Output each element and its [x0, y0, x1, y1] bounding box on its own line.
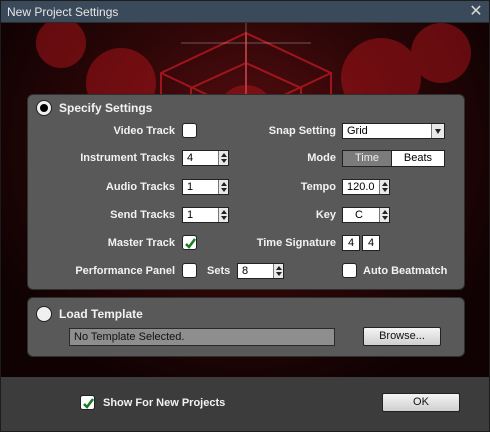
- show-for-new-projects-checkbox[interactable]: [80, 395, 95, 410]
- chevron-down-icon[interactable]: [431, 124, 444, 138]
- key-label: Key: [315, 209, 336, 221]
- title-bar: New Project Settings ✕: [1, 1, 489, 23]
- stepper-arrows-icon[interactable]: [273, 264, 283, 278]
- template-path-field: No Template Selected.: [69, 328, 335, 346]
- audio-tracks-value: 1: [187, 181, 194, 193]
- key-stepper[interactable]: C: [342, 207, 390, 223]
- checkmark-icon: [185, 238, 196, 249]
- audio-tracks-stepper[interactable]: 1: [182, 179, 229, 195]
- stepper-arrows-icon[interactable]: [379, 208, 389, 222]
- close-button[interactable]: ✕: [467, 3, 485, 21]
- instrument-tracks-value: 4: [187, 152, 194, 164]
- specify-settings-radio[interactable]: [36, 100, 52, 116]
- mode-label: Mode: [307, 152, 336, 164]
- audio-tracks-label: Audio Tracks: [105, 181, 175, 193]
- show-for-new-projects-label: Show For New Projects: [103, 397, 226, 409]
- performance-panel-checkbox[interactable]: [182, 263, 197, 278]
- specify-settings-label: Specify Settings: [59, 101, 153, 115]
- sets-stepper[interactable]: 8: [237, 263, 284, 279]
- stepper-arrows-icon[interactable]: [218, 208, 228, 222]
- stepper-arrows-icon[interactable]: [218, 151, 228, 165]
- auto-beatmatch-checkbox[interactable]: [342, 263, 357, 278]
- ok-button[interactable]: OK: [382, 393, 460, 412]
- sets-value: 8: [242, 265, 249, 277]
- snap-setting-value: Grid: [347, 125, 368, 137]
- window-title: New Project Settings: [7, 5, 119, 19]
- tempo-label: Tempo: [300, 181, 336, 193]
- auto-beatmatch-label: Auto Beatmatch: [363, 265, 448, 277]
- checkmark-icon: [83, 398, 94, 409]
- instrument-tracks-label: Instrument Tracks: [80, 152, 175, 164]
- snap-setting-select[interactable]: Grid: [342, 123, 445, 139]
- send-tracks-value: 1: [187, 209, 194, 221]
- mode-time-toggle[interactable]: Time: [342, 150, 392, 167]
- load-template-label: Load Template: [59, 307, 143, 321]
- mode-beats-toggle[interactable]: Beats: [391, 150, 445, 167]
- key-value: C: [355, 209, 363, 221]
- sets-label: Sets: [207, 265, 231, 277]
- stepper-arrows-icon[interactable]: [218, 180, 228, 194]
- new-project-settings-dialog: New Project Settings ✕ Specify Settings …: [0, 0, 490, 432]
- load-template-radio[interactable]: [36, 306, 52, 322]
- video-track-label: Video Track: [113, 125, 175, 137]
- snap-setting-label: Snap Setting: [268, 125, 336, 137]
- performance-panel-label: Performance Panel: [75, 265, 175, 277]
- send-tracks-label: Send Tracks: [110, 209, 175, 221]
- tempo-value: 120.0: [347, 181, 375, 193]
- time-signature-label: Time Signature: [256, 237, 336, 249]
- instrument-tracks-stepper[interactable]: 4: [182, 150, 229, 166]
- master-track-checkbox[interactable]: [182, 235, 197, 250]
- tempo-stepper[interactable]: 120.0: [342, 179, 390, 195]
- video-track-checkbox[interactable]: [182, 123, 197, 138]
- time-signature-denominator[interactable]: 4: [362, 235, 380, 251]
- close-icon: ✕: [469, 3, 483, 20]
- stepper-arrows-icon[interactable]: [379, 180, 389, 194]
- master-track-label: Master Track: [107, 237, 175, 249]
- time-signature-numerator[interactable]: 4: [342, 235, 360, 251]
- send-tracks-stepper[interactable]: 1: [182, 207, 229, 223]
- browse-button[interactable]: Browse...: [363, 327, 441, 346]
